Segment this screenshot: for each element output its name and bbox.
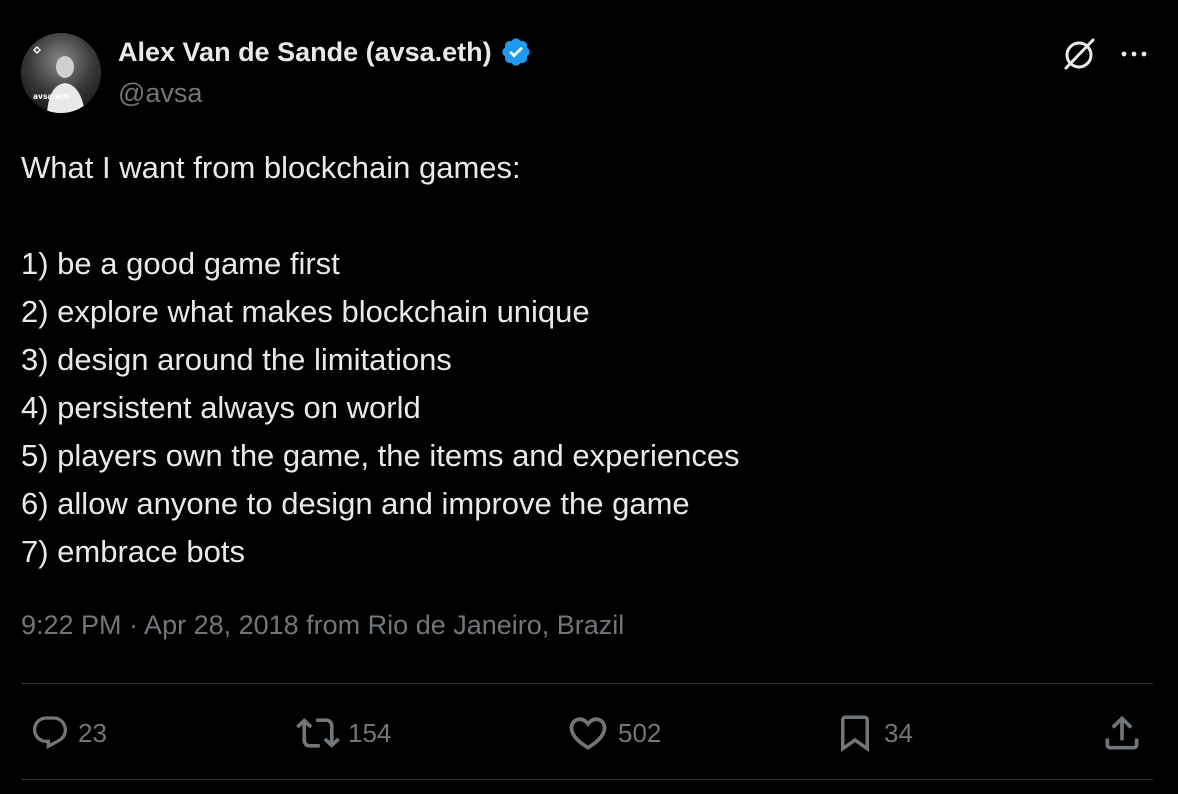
like-button[interactable]: 502 [566,710,661,756]
author-name[interactable]: Alex Van de Sande (avsa.eth) [118,37,492,68]
more-options-icon[interactable] [1118,40,1150,68]
reply-icon [32,716,68,750]
reply-count: 23 [78,717,107,748]
repost-icon [296,718,340,748]
share-icon [1105,715,1139,750]
grok-icon[interactable] [1060,35,1098,73]
avatar-text: avsa.eth [33,92,69,101]
avatar-image: avsa.eth [21,33,101,113]
bookmark-icon [841,715,869,753]
author-handle[interactable]: @avsa [118,78,202,109]
bookmark-button[interactable]: 34 [834,710,913,756]
heart-icon [569,717,607,750]
author-name-row: Alex Van de Sande (avsa.eth) [118,36,532,68]
repost-button[interactable]: 154 [296,710,391,756]
bookmark-count: 34 [884,717,913,748]
divider [21,683,1153,684]
avatar[interactable]: avsa.eth [21,33,101,113]
tweet-timestamp[interactable]: 9:22 PM · Apr 28, 2018 from Rio de Janei… [21,610,624,641]
divider [21,779,1153,780]
tweet-card: avsa.eth Alex Van de Sande (avsa.eth) @a… [0,0,1178,794]
repost-count: 154 [348,717,392,748]
verified-badge-icon[interactable] [500,36,532,68]
like-count: 502 [618,717,662,748]
tweet-text: What I want from blockchain games: 1) be… [21,150,740,569]
share-button[interactable] [1100,710,1144,756]
reply-button[interactable]: 23 [30,710,107,756]
